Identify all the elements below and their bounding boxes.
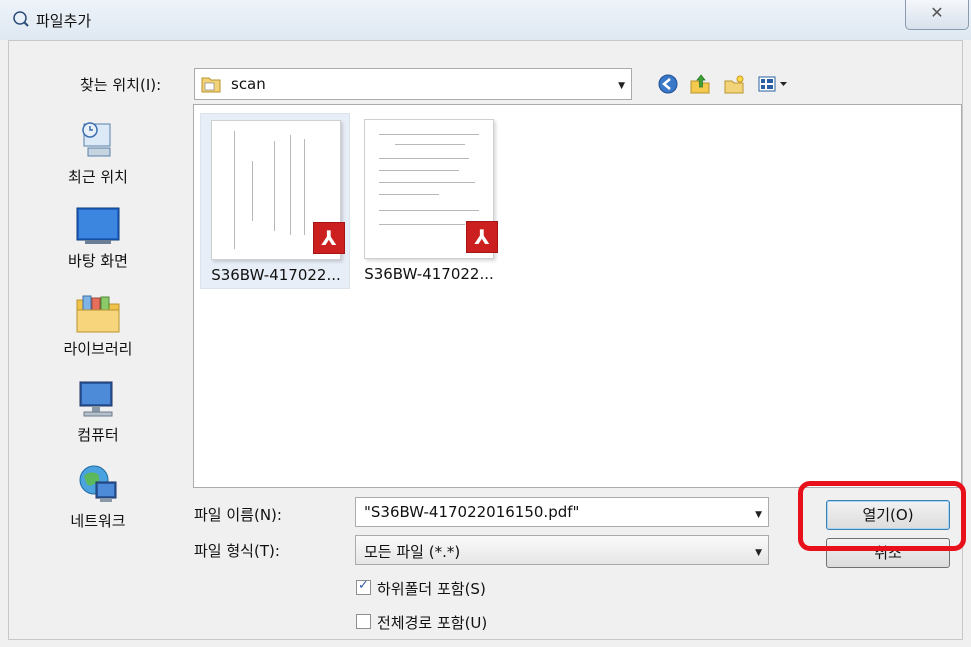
- file-name: S36BW-417022...: [364, 265, 494, 283]
- place-label: 라이브러리: [63, 340, 133, 358]
- file-item[interactable]: ⅄ S36BW-417022...: [354, 113, 504, 289]
- pdf-icon: ⅄: [466, 221, 498, 253]
- back-icon[interactable]: [657, 73, 679, 95]
- chevron-down-icon[interactable]: ▼: [755, 510, 762, 520]
- desktop-icon: [76, 207, 120, 244]
- lookin-dropdown[interactable]: scan ▼: [194, 68, 632, 100]
- place-label: 최근 위치: [68, 168, 128, 186]
- lookin-value: scan: [231, 75, 266, 93]
- libraries-icon: [76, 295, 120, 333]
- filename-input[interactable]: "S36BW-417022016150.pdf" ▼: [355, 497, 769, 527]
- include-subfolders-label[interactable]: 하위폴더 포함(S): [377, 578, 486, 599]
- filename-value: "S36BW-417022016150.pdf": [364, 503, 580, 521]
- lookin-label: 찾는 위치(I):: [80, 76, 162, 94]
- pdf-icon: ⅄: [313, 222, 345, 254]
- places-bar: 최근 위치 바탕 화면 라이브러리 컴퓨터 네트워크: [38, 104, 158, 544]
- place-label: 네트워크: [70, 512, 126, 530]
- include-subfolders-checkbox[interactable]: ✓: [356, 578, 371, 595]
- file-name: S36BW-417022...: [211, 266, 341, 284]
- search-icon: [13, 11, 29, 27]
- network-icon: [79, 465, 117, 502]
- title-bar: 파일추가: [0, 0, 971, 40]
- place-network[interactable]: 네트워크: [38, 462, 158, 531]
- close-icon: ✕: [930, 3, 944, 22]
- view-menu-icon[interactable]: [757, 73, 791, 95]
- file-list[interactable]: ⅄ S36BW-417022... ⅄ S36BW-417022...: [193, 104, 962, 488]
- new-folder-icon[interactable]: [723, 73, 745, 95]
- highlight-box: [798, 481, 966, 551]
- filename-label: 파일 이름(N):: [194, 506, 282, 524]
- check-icon: ✓: [358, 578, 369, 593]
- recent-places-icon: [82, 122, 111, 157]
- filetype-select[interactable]: 모든 파일 (*.*) ▼: [355, 535, 769, 565]
- place-desktop[interactable]: 바탕 화면: [38, 206, 158, 271]
- file-item[interactable]: ⅄ S36BW-417022...: [200, 113, 350, 289]
- chevron-down-icon[interactable]: ▼: [618, 81, 625, 91]
- place-label: 컴퓨터: [77, 426, 119, 444]
- include-fullpath-checkbox[interactable]: [356, 614, 371, 629]
- filetype-value: 모든 파일 (*.*): [364, 543, 461, 561]
- include-fullpath-label[interactable]: 전체경로 포함(U): [377, 612, 487, 633]
- place-computer[interactable]: 컴퓨터: [38, 378, 158, 445]
- place-label: 바탕 화면: [68, 252, 128, 270]
- filetype-label: 파일 형식(T):: [194, 542, 280, 560]
- close-button[interactable]: ✕: [905, 0, 969, 30]
- computer-icon: [79, 381, 113, 417]
- place-recent[interactable]: 최근 위치: [38, 118, 158, 187]
- up-folder-icon[interactable]: [689, 73, 711, 95]
- window-title: 파일추가: [36, 12, 92, 30]
- chevron-down-icon[interactable]: ▼: [755, 548, 762, 558]
- folder-icon: [201, 77, 221, 93]
- place-libraries[interactable]: 라이브러리: [38, 292, 158, 359]
